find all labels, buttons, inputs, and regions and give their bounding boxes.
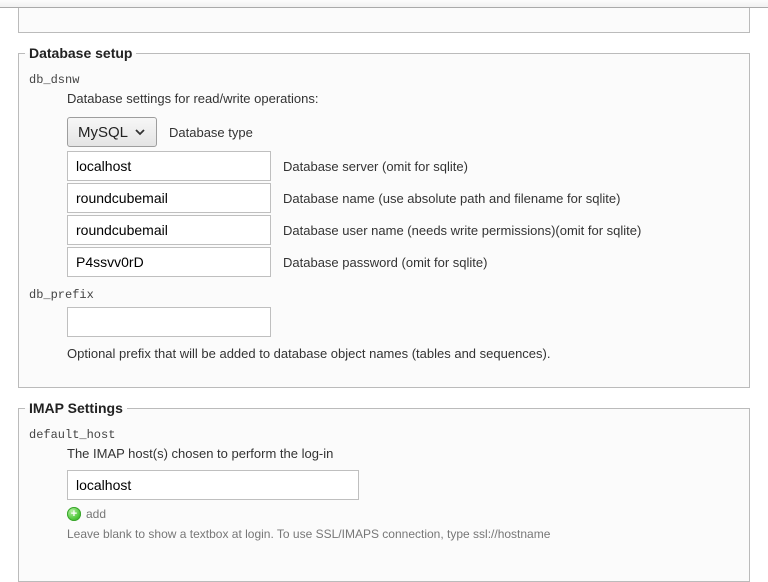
param-default-host: default_host	[29, 428, 749, 442]
db-user-label: Database user name (needs write permissi…	[283, 223, 641, 238]
db-name-input[interactable]	[67, 183, 271, 213]
db-name-label: Database name (use absolute path and fil…	[283, 191, 620, 206]
db-type-select[interactable]: MySQL	[67, 117, 157, 147]
db-type-selected-value: MySQL	[78, 124, 128, 141]
db-prefix-hint: Optional prefix that will be added to da…	[67, 346, 749, 361]
imap-settings-panel: IMAP Settings default_host The IMAP host…	[18, 400, 750, 582]
previous-section-bottom	[18, 8, 750, 33]
db-user-input[interactable]	[67, 215, 271, 245]
add-host-link[interactable]: + add	[67, 507, 106, 521]
database-setup-legend: Database setup	[25, 45, 136, 61]
add-host-label: add	[86, 507, 106, 521]
default-host-input[interactable]	[67, 470, 359, 500]
db-dsnw-description: Database settings for read/write operati…	[67, 91, 749, 106]
default-host-hint: Leave blank to show a textbox at login. …	[67, 527, 749, 541]
default-host-description: The IMAP host(s) chosen to perform the l…	[67, 446, 749, 461]
param-db-prefix: db_prefix	[29, 288, 749, 302]
db-server-input[interactable]	[67, 151, 271, 181]
db-type-label: Database type	[169, 125, 253, 140]
db-password-label: Database password (omit for sqlite)	[283, 255, 487, 270]
db-prefix-input[interactable]	[67, 307, 271, 337]
param-db-dsnw: db_dsnw	[29, 73, 749, 87]
chevron-down-icon	[134, 126, 146, 138]
database-setup-panel: Database setup db_dsnw Database settings…	[18, 45, 750, 388]
imap-settings-legend: IMAP Settings	[25, 400, 127, 416]
plus-icon: +	[67, 507, 81, 521]
db-server-label: Database server (omit for sqlite)	[283, 159, 468, 174]
db-password-input[interactable]	[67, 247, 271, 277]
window-top-border	[0, 0, 768, 8]
